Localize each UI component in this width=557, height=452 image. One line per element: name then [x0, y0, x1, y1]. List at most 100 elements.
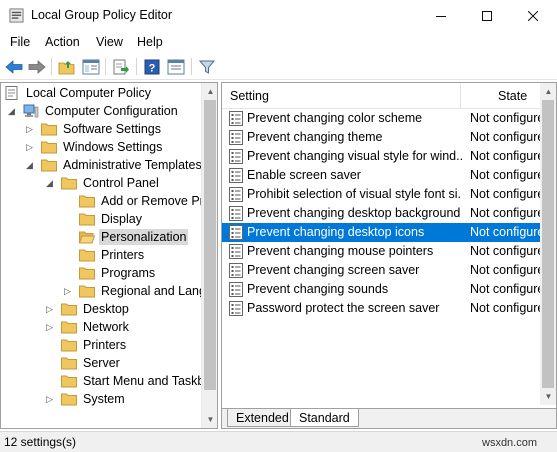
tree-item-local-computer-policy[interactable]: Local Computer Policy: [4, 84, 153, 102]
folder-icon: [61, 303, 77, 316]
scroll-up-arrow-icon[interactable]: ▲: [202, 83, 217, 100]
maximize-icon: [482, 10, 492, 21]
policy-row[interactable]: Prevent changing mouse pointers Not conf…: [222, 242, 556, 261]
show-hide-tree-button[interactable]: [81, 57, 101, 76]
tree-item-control-panel[interactable]: ◢ Control Panel: [44, 174, 161, 192]
policy-row[interactable]: Prevent changing visual style for wind..…: [222, 147, 556, 166]
minimize-button[interactable]: [418, 0, 464, 31]
tree-item-regional-and-language[interactable]: ▷ Regional and Lang: [62, 282, 208, 300]
tree-item-programs[interactable]: Programs: [62, 264, 157, 282]
scrollbar-thumb[interactable]: [204, 100, 216, 390]
tree-item-computer-configuration[interactable]: ◢ Computer Configuration: [6, 102, 180, 120]
menu-help[interactable]: Help: [137, 35, 163, 49]
scrollbar-thumb[interactable]: [542, 100, 554, 388]
folder-icon: [79, 213, 95, 226]
policy-setting-icon: [229, 111, 243, 126]
tree-item-network[interactable]: ▷ Network: [44, 318, 131, 336]
tree-item-label: Network: [83, 320, 129, 334]
column-header-row: Setting State: [222, 83, 556, 109]
chevron-right-icon[interactable]: ▷: [44, 390, 55, 408]
column-header-setting[interactable]: Setting: [230, 89, 269, 103]
group-policy-app-icon: [9, 8, 24, 23]
folder-icon: [61, 339, 77, 352]
properties-button[interactable]: [166, 57, 186, 76]
folder-icon: [61, 321, 77, 334]
properties-icon: [167, 59, 185, 74]
help-button[interactable]: ?: [142, 57, 162, 76]
policy-setting-name: Password protect the screen saver: [247, 301, 440, 315]
column-divider[interactable]: [460, 83, 461, 108]
toolbar-separator: [51, 58, 52, 75]
tree-item-printers-admin[interactable]: Printers: [44, 336, 128, 354]
tree-item-start-menu-and-taskbar[interactable]: Start Menu and Taskb: [44, 372, 206, 390]
close-button[interactable]: [510, 0, 556, 31]
filter-button[interactable]: [197, 57, 217, 76]
toolbar: ?: [0, 53, 557, 80]
menu-action[interactable]: Action: [45, 35, 80, 49]
chevron-right-icon[interactable]: ▷: [44, 300, 55, 318]
policy-setting-icon: [229, 301, 243, 316]
export-list-icon: [113, 59, 129, 74]
policy-setting-icon: [229, 168, 243, 183]
scroll-down-arrow-icon[interactable]: ▼: [540, 388, 556, 405]
column-header-state[interactable]: State: [498, 89, 527, 103]
policy-row[interactable]: Prevent changing desktop background Not …: [222, 204, 556, 223]
policy-row-selected[interactable]: Prevent changing desktop icons Not confi…: [222, 223, 556, 242]
tree-item-personalization[interactable]: Personalization: [62, 228, 189, 246]
tree-item-label: Printers: [83, 338, 127, 352]
chevron-right-icon[interactable]: ▷: [62, 282, 73, 300]
tree-item-desktop[interactable]: ▷ Desktop: [44, 300, 131, 318]
policy-row[interactable]: Prohibit selection of visual style font …: [222, 185, 556, 204]
chevron-down-icon[interactable]: ◢: [24, 156, 35, 174]
chevron-right-icon[interactable]: ▷: [44, 318, 55, 336]
policy-row[interactable]: Enable screen saver Not configured: [222, 166, 556, 185]
tab-extended[interactable]: Extended: [227, 409, 298, 427]
policy-setting-icon: [229, 149, 243, 164]
folder-icon: [79, 249, 95, 262]
policy-row[interactable]: Password protect the screen saver Not co…: [222, 299, 556, 318]
tree-item-administrative-templates[interactable]: ◢ Administrative Templates: [24, 156, 204, 174]
policy-row[interactable]: Prevent changing theme Not configured: [222, 128, 556, 147]
chevron-down-icon[interactable]: ◢: [6, 102, 17, 120]
tree-item-printers[interactable]: Printers: [62, 246, 146, 264]
tree-item-windows-settings[interactable]: ▷ Windows Settings: [24, 138, 164, 156]
policy-setting-name: Prevent changing desktop background: [247, 206, 461, 220]
tree-item-add-or-remove-programs[interactable]: Add or Remove Pr: [62, 192, 206, 210]
chevron-right-icon[interactable]: ▷: [24, 138, 35, 156]
tree-item-label: System: [83, 392, 125, 406]
folder-icon: [79, 285, 95, 298]
tree-item-server[interactable]: Server: [44, 354, 122, 372]
policy-setting-icon: [229, 130, 243, 145]
back-button[interactable]: [4, 57, 24, 76]
policy-setting-name: Prevent changing desktop icons: [247, 225, 425, 239]
list-vertical-scrollbar[interactable]: ▲ ▼: [540, 83, 556, 405]
status-text: 12 settings(s): [4, 435, 77, 449]
policy-row[interactable]: Prevent changing sounds Not configured: [222, 280, 556, 299]
policy-row[interactable]: Prevent changing screen saver Not config…: [222, 261, 556, 280]
policy-row[interactable]: Prevent changing color scheme Not config…: [222, 109, 556, 128]
maximize-button[interactable]: [464, 0, 510, 31]
view-tabs: Extended Standard: [222, 408, 556, 428]
tree-item-display[interactable]: Display: [62, 210, 144, 228]
chevron-right-icon[interactable]: ▷: [24, 120, 35, 138]
tree-item-label: Control Panel: [83, 176, 159, 190]
policy-document-icon: [5, 86, 18, 100]
forward-button[interactable]: [27, 57, 47, 76]
tab-standard[interactable]: Standard: [290, 409, 359, 427]
menu-bar: File Action View Help: [0, 32, 557, 52]
settings-list-pane[interactable]: Setting State Prevent changing color sch…: [221, 82, 557, 429]
chevron-down-icon[interactable]: ◢: [44, 174, 55, 192]
menu-file[interactable]: File: [10, 35, 30, 49]
scroll-up-arrow-icon[interactable]: ▲: [540, 83, 556, 100]
policy-setting-name: Prevent changing theme: [247, 130, 383, 144]
folder-icon: [61, 375, 77, 388]
export-list-button[interactable]: [111, 57, 131, 76]
tree-pane[interactable]: Local Computer Policy ◢ Computer Configu…: [0, 82, 218, 429]
tree-vertical-scrollbar[interactable]: ▲ ▼: [201, 83, 217, 428]
folder-icon: [61, 357, 77, 370]
menu-view[interactable]: View: [96, 35, 123, 49]
tree-item-system[interactable]: ▷ System: [44, 390, 127, 408]
scroll-down-arrow-icon[interactable]: ▼: [202, 411, 217, 428]
up-button[interactable]: [57, 57, 77, 76]
tree-item-software-settings[interactable]: ▷ Software Settings: [24, 120, 163, 138]
